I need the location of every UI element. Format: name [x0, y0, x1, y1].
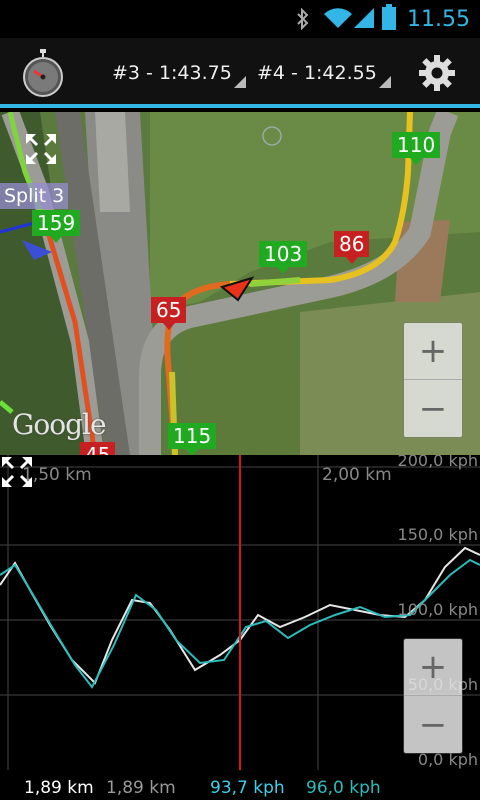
speed-graph[interactable]: 1,50 km 2,00 km 200,0 kph 150,0 kph 100,…	[0, 455, 480, 770]
lap-a-speed: 93,7 kph	[210, 778, 285, 798]
track-map[interactable]: Split 3 159 110 103 86 65 115 45 Google …	[0, 112, 480, 455]
graph-zoom-control: + −	[404, 639, 462, 753]
lap-b-distance: 1,89 km	[106, 778, 176, 798]
wifi-icon	[324, 8, 352, 28]
map-zoom-in-button[interactable]: +	[404, 323, 462, 380]
y-axis-label: 100,0 kph	[397, 600, 478, 619]
graph-zoom-in-button[interactable]: +	[404, 639, 462, 696]
signal-icon	[354, 8, 374, 28]
lap-a-distance: 1,89 km	[24, 778, 94, 798]
bluetooth-icon	[297, 8, 309, 30]
speed-marker: 159	[32, 210, 81, 243]
speed-marker: 103	[259, 241, 308, 274]
cursor-readout: 1,89 km 1,89 km 93,7 kph 96,0 kph	[0, 770, 480, 800]
action-bar: #3 - 1:43.75 #4 - 1:42.55	[0, 38, 480, 108]
speed-marker: 45	[80, 442, 116, 455]
x-axis-label: 2,00 km	[322, 465, 392, 485]
status-bar: 11.55	[0, 0, 480, 38]
stopwatch-icon[interactable]	[22, 49, 64, 97]
expand-map-icon[interactable]	[24, 132, 58, 166]
google-logo: Google	[12, 408, 107, 441]
speed-marker: 110	[392, 132, 441, 165]
dropdown-corner-icon	[378, 76, 391, 88]
lap-selector-b[interactable]: #4 - 1:42.55	[257, 62, 391, 88]
expand-graph-icon[interactable]	[0, 455, 34, 489]
lap-selector-b-label: #4 - 1:42.55	[257, 62, 377, 84]
lap-selector-a[interactable]: #3 - 1:43.75	[112, 62, 246, 88]
y-axis-label: 150,0 kph	[397, 525, 478, 544]
speed-marker: 86	[334, 231, 370, 264]
lap-b-speed: 96,0 kph	[306, 778, 381, 798]
map-zoom-control: + −	[404, 323, 462, 437]
split-label: Split 3	[0, 183, 69, 209]
lap-selector-a-label: #3 - 1:43.75	[112, 62, 232, 84]
dropdown-corner-icon	[233, 76, 246, 88]
map-zoom-out-button[interactable]: −	[404, 380, 462, 437]
battery-icon	[382, 4, 396, 30]
settings-gear-icon[interactable]	[418, 54, 456, 92]
y-axis-label: 200,0 kph	[397, 455, 478, 470]
graph-zoom-out-button[interactable]: −	[404, 696, 462, 753]
clock: 11.55	[407, 7, 470, 32]
speed-marker: 65	[151, 297, 187, 330]
speed-marker: 115	[168, 423, 217, 455]
